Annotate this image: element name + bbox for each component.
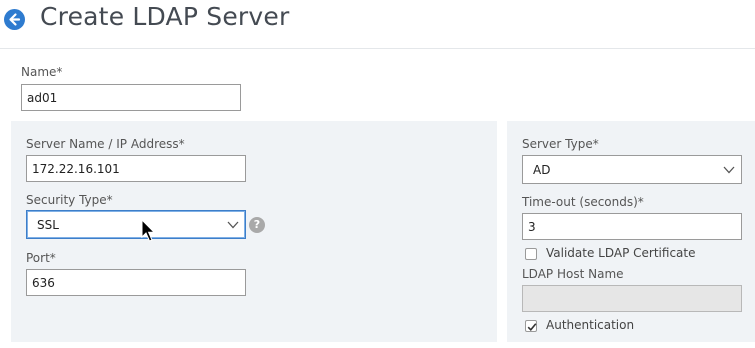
authentication-label: Authentication	[546, 318, 635, 332]
page-title: Create LDAP Server	[40, 2, 290, 31]
security-type-select[interactable]: SSL	[26, 210, 246, 239]
checkmark-icon	[527, 323, 537, 331]
name-label: Name*	[21, 65, 63, 79]
ldap-host-name-label: LDAP Host Name	[522, 267, 624, 281]
authentication-checkbox[interactable]	[525, 320, 537, 332]
page-header: Create LDAP Server	[0, 0, 755, 49]
server-type-value: AD	[533, 163, 551, 177]
timeout-input[interactable]	[522, 213, 742, 240]
port-input[interactable]	[26, 269, 246, 296]
security-type-label: Security Type*	[26, 193, 113, 207]
chevron-down-icon	[723, 166, 735, 174]
help-icon[interactable]: ?	[249, 217, 265, 233]
validate-certificate-label: Validate LDAP Certificate	[546, 246, 696, 260]
validate-certificate-checkbox[interactable]	[525, 248, 537, 260]
port-label: Port*	[26, 251, 56, 265]
arrow-left-icon	[9, 13, 21, 26]
name-input[interactable]	[21, 84, 241, 111]
server-type-label: Server Type*	[522, 137, 599, 151]
server-name-input[interactable]	[26, 155, 246, 182]
security-type-value: SSL	[37, 218, 59, 232]
server-name-label: Server Name / IP Address*	[26, 137, 185, 151]
timeout-label: Time-out (seconds)*	[522, 195, 644, 209]
server-type-select[interactable]: AD	[522, 155, 742, 184]
chevron-down-icon	[227, 221, 239, 229]
ldap-host-name-input	[522, 285, 742, 312]
back-button[interactable]	[4, 9, 25, 30]
